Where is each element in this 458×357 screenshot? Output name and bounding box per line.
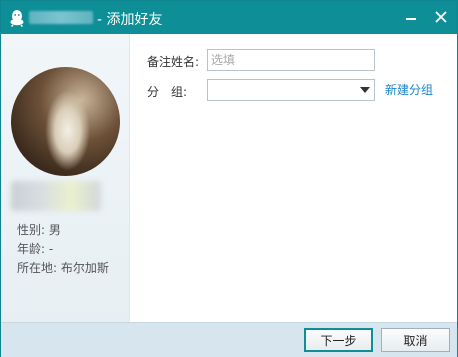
redacted-nickname xyxy=(11,181,101,211)
redacted-account-name xyxy=(29,11,93,24)
close-icon[interactable] xyxy=(431,7,451,27)
age-label: 年龄: xyxy=(17,242,46,256)
gender-label: 性别: xyxy=(17,223,46,237)
avatar xyxy=(11,67,120,176)
title-bar[interactable]: - 添加好友 xyxy=(1,1,457,34)
window-title: - 添加好友 xyxy=(97,12,163,28)
next-button[interactable]: 下一步 xyxy=(304,328,373,352)
cancel-button[interactable]: 取消 xyxy=(381,328,450,352)
qq-logo-icon xyxy=(10,10,24,27)
new-group-link[interactable]: 新建分组 xyxy=(385,81,433,98)
location-label: 所在地: xyxy=(17,261,58,275)
minimize-icon[interactable] xyxy=(401,7,421,27)
age-info: 年龄: - xyxy=(17,240,53,257)
chevron-down-icon xyxy=(360,87,370,93)
gender-value: 男 xyxy=(48,223,61,237)
add-friend-dialog: - 添加好友 性别: 男 年龄: - 所在地: 布尔加斯 备注姓名: 分 组: … xyxy=(0,0,458,357)
age-value: - xyxy=(48,242,54,256)
location-value: 布尔加斯 xyxy=(60,261,109,275)
remark-name-input[interactable] xyxy=(207,49,375,71)
gender-info: 性别: 男 xyxy=(17,221,61,238)
profile-panel: 性别: 男 年龄: - 所在地: 布尔加斯 xyxy=(1,34,130,322)
location-info: 所在地: 布尔加斯 xyxy=(17,259,109,276)
remark-label: 备注姓名: xyxy=(147,55,200,69)
group-label: 分 组: xyxy=(147,85,188,99)
group-select[interactable] xyxy=(207,79,375,101)
